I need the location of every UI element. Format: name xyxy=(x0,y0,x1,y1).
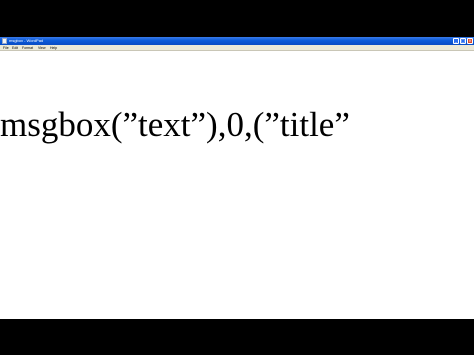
document-area[interactable]: msgbox(”text”),0,(”title” xyxy=(0,51,474,319)
minimize-button[interactable]: _ xyxy=(453,38,459,44)
window-title: msgbox - WordPad xyxy=(9,38,44,43)
close-button[interactable]: × xyxy=(467,38,473,44)
document-text[interactable]: msgbox(”text”),0,(”title” xyxy=(0,105,350,145)
window-controls: _ □ × xyxy=(453,38,473,44)
maximize-button[interactable]: □ xyxy=(460,38,466,44)
wordpad-window: msgbox - WordPad _ □ × File Edit Format … xyxy=(0,37,474,319)
video-frame: msgbox - WordPad _ □ × File Edit Format … xyxy=(0,0,474,355)
title-bar[interactable]: msgbox - WordPad _ □ × xyxy=(0,37,474,45)
wordpad-icon[interactable] xyxy=(2,38,7,44)
